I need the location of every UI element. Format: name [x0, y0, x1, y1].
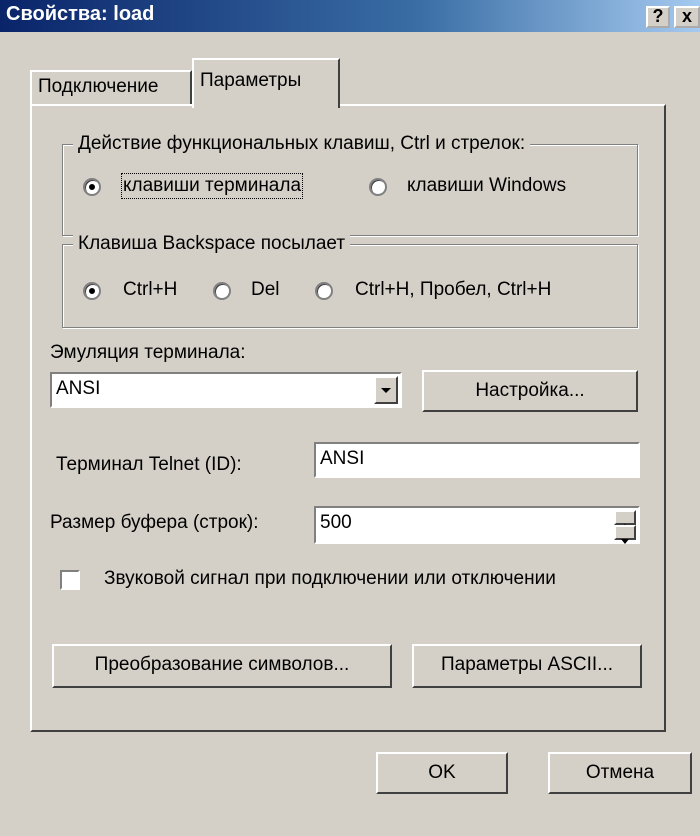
spinner-down-button[interactable]: [614, 525, 636, 544]
ascii-settings-button[interactable]: Параметры ASCII...: [412, 644, 642, 688]
window-title: Свойства: load: [6, 3, 155, 25]
radio-ctrl-h-label[interactable]: Ctrl+H: [123, 279, 177, 301]
chevron-down-icon: [381, 388, 391, 393]
tab-panel-parameters: Действие функциональных клавиш, Ctrl и с…: [30, 104, 666, 732]
radio-terminal-keys-label[interactable]: клавиши терминала: [120, 173, 304, 199]
sound-checkbox[interactable]: [60, 570, 80, 590]
sound-checkbox-label[interactable]: Звуковой сигнал при подключении или откл…: [104, 568, 556, 590]
close-button[interactable]: x: [674, 6, 700, 28]
emulation-select[interactable]: ANSI: [50, 372, 402, 408]
title-bar: Свойства: load ? x: [0, 0, 700, 32]
spinner-up-button[interactable]: [614, 510, 636, 529]
telnet-id-label: Терминал Telnet (ID):: [56, 454, 242, 475]
properties-dialog: Свойства: load ? x Подключение Параметры…: [0, 0, 700, 836]
radio-ctrl-h-space[interactable]: [315, 282, 333, 300]
buffer-size-spinner[interactable]: 500: [314, 506, 640, 544]
emulation-select-value: ANSI: [56, 378, 101, 399]
help-button[interactable]: ?: [646, 6, 670, 28]
dropdown-arrow-button[interactable]: [374, 376, 398, 404]
tab-connection[interactable]: Подключение: [30, 70, 192, 106]
keys-group: Действие функциональных клавиш, Ctrl и с…: [62, 133, 638, 236]
ok-button[interactable]: OK: [376, 752, 508, 794]
tab-parameters[interactable]: Параметры: [192, 58, 340, 108]
radio-ctrl-h-space-label[interactable]: Ctrl+H, Пробел, Ctrl+H: [355, 279, 551, 301]
radio-windows-keys-label[interactable]: клавиши Windows: [407, 175, 566, 197]
buffer-size-label: Размер буфера (строк):: [50, 512, 259, 533]
telnet-id-field[interactable]: ANSI: [314, 442, 640, 478]
charset-conversion-button[interactable]: Преобразование символов...: [52, 644, 392, 688]
backspace-group: Клавиша Backspace посылает Ctrl+H Del Ct…: [62, 233, 638, 328]
radio-windows-keys[interactable]: [369, 178, 387, 196]
cancel-button[interactable]: Отмена: [548, 752, 692, 794]
buffer-size-value: 500: [320, 512, 352, 533]
arrow-down-icon: [621, 539, 629, 544]
backspace-group-legend: Клавиша Backspace посылает: [73, 233, 351, 255]
radio-ctrl-h[interactable]: [83, 282, 101, 300]
radio-terminal-keys[interactable]: [83, 178, 101, 196]
setup-button[interactable]: Настройка...: [422, 370, 638, 412]
emulation-label: Эмуляция терминала:: [50, 342, 246, 363]
radio-del[interactable]: [213, 282, 231, 300]
radio-del-label[interactable]: Del: [251, 279, 280, 301]
keys-group-legend: Действие функциональных клавиш, Ctrl и с…: [73, 133, 531, 155]
